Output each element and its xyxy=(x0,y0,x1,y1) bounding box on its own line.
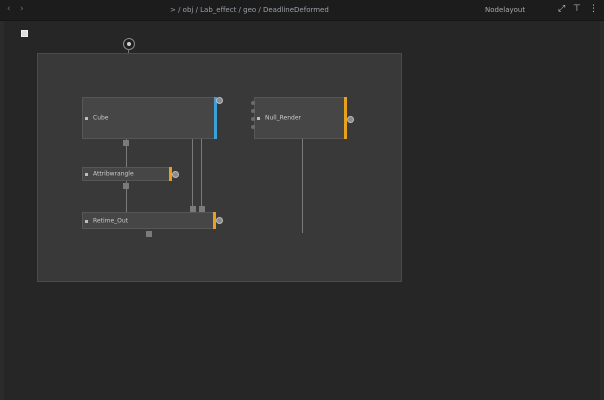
node-bullet-icon xyxy=(85,117,88,120)
breadcrumb[interactable]: > / obj / Lab_effect / geo / DeadlineDef… xyxy=(170,5,360,15)
breadcrumb-path[interactable]: > / obj / Lab_effect / geo / DeadlineDef… xyxy=(170,6,329,14)
menu-icon[interactable]: ⋮ xyxy=(589,4,598,15)
node-label: Attribwrangle xyxy=(93,170,134,178)
output-stub-icon[interactable] xyxy=(146,231,152,237)
output-connector-icon[interactable] xyxy=(172,171,179,178)
input-connector-icon[interactable] xyxy=(251,101,255,105)
input-connector-icon[interactable] xyxy=(251,109,255,113)
subnet-input-port[interactable] xyxy=(123,38,135,50)
input-stub-icon[interactable] xyxy=(190,206,196,212)
wire-null-output xyxy=(302,139,303,233)
node-label: Null_Render xyxy=(265,114,301,122)
input-stub-icon[interactable] xyxy=(199,206,205,212)
node-attribwrangle[interactable]: Attribwrangle xyxy=(82,167,172,181)
output-connector-icon[interactable] xyxy=(216,97,223,104)
output-stub-icon[interactable] xyxy=(123,183,129,189)
home-square-icon[interactable] xyxy=(21,30,28,37)
wire-cube-to-retime-a xyxy=(192,139,193,211)
pin-icon[interactable]: ⤢ xyxy=(558,4,565,15)
wire-cube-to-retime-b xyxy=(201,139,202,211)
node-label: Cube xyxy=(93,114,109,122)
back-arrow-icon[interactable]: ‹ xyxy=(7,4,11,14)
node-null-render[interactable]: Null_Render xyxy=(254,97,347,139)
output-connector-icon[interactable] xyxy=(347,116,354,123)
input-connector-icon[interactable] xyxy=(251,117,255,121)
output-connector-icon[interactable] xyxy=(216,217,223,224)
forward-arrow-icon[interactable]: › xyxy=(20,4,24,14)
node-retime-out[interactable]: Retime_Out xyxy=(82,212,216,229)
node-label: Retime_Out xyxy=(93,217,129,224)
view-mode-menu[interactable]: Nodelayout xyxy=(485,5,525,15)
node-bullet-icon xyxy=(85,173,88,176)
node-bullet-icon xyxy=(257,117,260,120)
output-stub-icon[interactable] xyxy=(123,140,129,146)
tree-icon[interactable]: ⊤ xyxy=(573,4,581,15)
node-cube[interactable]: Cube xyxy=(82,97,217,139)
node-bullet-icon xyxy=(85,219,88,223)
network-workspace[interactable]: Cube Null_Render Attribwrangle Retime_Ou… xyxy=(4,21,600,400)
title-bar: ‹ › > / obj / Lab_effect / geo / Deadlin… xyxy=(0,0,604,21)
input-connector-icon[interactable] xyxy=(251,125,255,129)
